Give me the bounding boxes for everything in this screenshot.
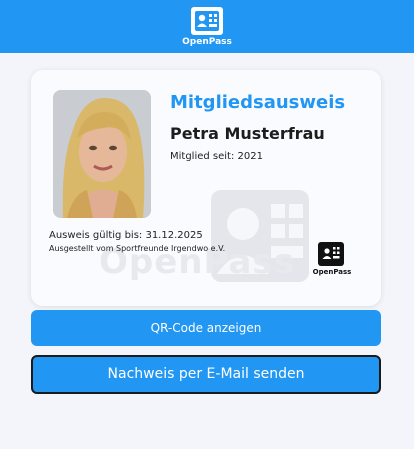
member-since: Mitglied seit: 2021 bbox=[170, 151, 263, 162]
membership-card: OpenPass Mitgliedsausweis Petra Musterfr… bbox=[31, 70, 381, 306]
valid-until: Ausweis gültig bis: 31.12.2025 bbox=[49, 230, 203, 241]
badge-name: OpenPass bbox=[312, 268, 352, 276]
openpass-logo-icon bbox=[191, 7, 223, 35]
show-qr-code-button[interactable]: QR-Code anzeigen bbox=[31, 310, 381, 346]
send-email-proof-button[interactable]: Nachweis per E-Mail senden bbox=[31, 355, 381, 394]
member-photo bbox=[53, 90, 151, 218]
issued-by: Ausgestellt vom Sportfreunde Irgendwo e.… bbox=[49, 244, 226, 253]
member-name: Petra Musterfrau bbox=[170, 124, 325, 143]
card-title: Mitgliedsausweis bbox=[170, 92, 346, 113]
app-header: OpenPass bbox=[0, 0, 414, 53]
openpass-badge-icon bbox=[318, 242, 344, 266]
app-name: OpenPass bbox=[182, 37, 232, 47]
